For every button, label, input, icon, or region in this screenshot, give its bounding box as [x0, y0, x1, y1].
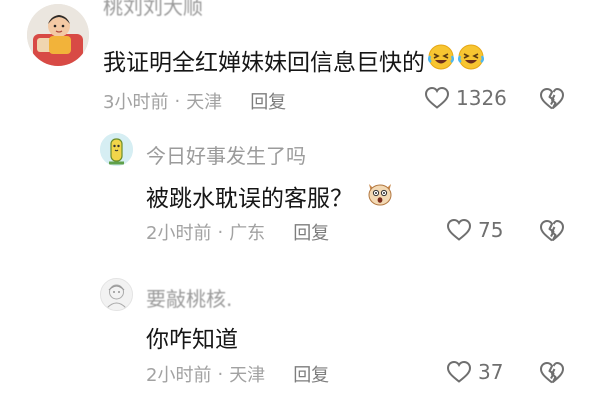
avatar[interactable] — [27, 4, 89, 66]
dislike-button[interactable] — [539, 219, 565, 247]
separator-dot: · — [217, 221, 224, 243]
avatar[interactable] — [100, 133, 133, 166]
comment-meta: 2小时前 · 天津 回复 — [146, 361, 329, 387]
comment-location: 天津 — [229, 365, 266, 386]
reply-button[interactable]: 回复 — [293, 219, 329, 245]
heart-icon — [446, 218, 472, 241]
like-count: 1326 — [456, 86, 507, 110]
comment-text: 我证明全红婵妹妹回信息巨快的 — [103, 50, 425, 76]
comment-text-row: 你咋知道 — [146, 320, 238, 354]
separator-dot: · — [217, 363, 224, 385]
broken-heart-icon — [540, 362, 564, 384]
reply-button[interactable]: 回复 — [250, 88, 286, 114]
comment-time: 2小时前 — [146, 365, 212, 386]
comment-username[interactable]: 今日好事发生了吗 — [146, 140, 306, 169]
like-button[interactable]: 1326 — [424, 86, 507, 110]
comment-text-row: 被跳水耽误的客服？ — [146, 178, 395, 214]
like-button[interactable]: 75 — [446, 218, 503, 242]
comment-location: 天津 — [186, 92, 223, 113]
rofl-emoji — [427, 43, 455, 77]
comment-text: 被跳水耽误的客服？ — [146, 186, 353, 212]
like-count: 37 — [478, 360, 504, 384]
separator-dot: · — [174, 90, 181, 112]
dislike-button[interactable] — [539, 87, 565, 115]
broken-heart-icon — [540, 88, 564, 110]
broken-heart-icon — [540, 220, 564, 242]
like-button[interactable]: 37 — [446, 360, 503, 384]
comment-username[interactable]: 要敲桃核. — [146, 283, 232, 312]
reply-button[interactable]: 回复 — [293, 361, 329, 387]
avatar[interactable] — [100, 278, 133, 311]
shocked-dog-emoji — [365, 178, 395, 214]
heart-icon — [446, 360, 472, 383]
comment-username[interactable]: 桃刘刘大顺 — [103, 0, 203, 20]
comment-time: 2小时前 — [146, 223, 212, 244]
comment-text: 你咋知道 — [146, 327, 238, 353]
like-count: 75 — [478, 218, 504, 242]
comment-text-row: 我证明全红婵妹妹回信息巨快的 — [103, 43, 485, 77]
comment-time: 3小时前 — [103, 92, 169, 113]
heart-icon — [424, 86, 450, 109]
comment-meta: 2小时前 · 广东 回复 — [146, 219, 329, 245]
dislike-button[interactable] — [539, 361, 565, 389]
comment-meta: 3小时前 · 天津 回复 — [103, 88, 286, 114]
rofl-emoji — [457, 43, 485, 77]
comment-location: 广东 — [229, 223, 266, 244]
